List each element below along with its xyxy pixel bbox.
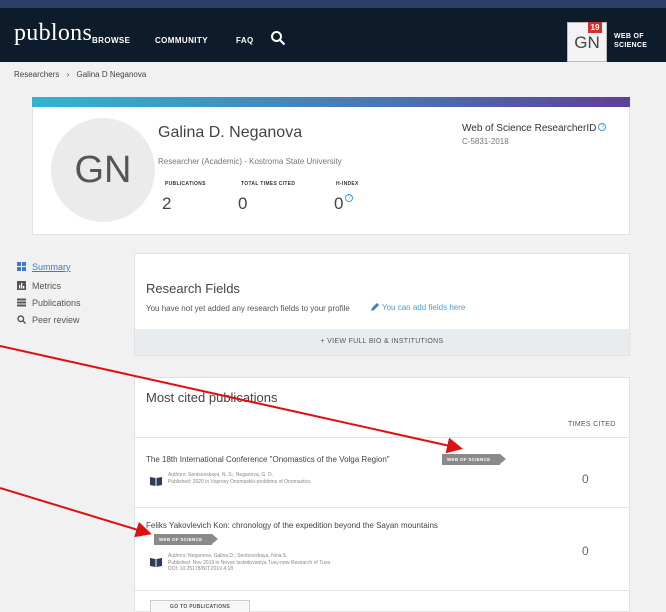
add-fields-label: You can add fields here <box>382 303 466 312</box>
researcher-id-label: Web of Science ResearcherID? <box>462 123 607 134</box>
sidebar-label-publications: Publications <box>32 298 81 308</box>
web-of-science-link[interactable]: WEB OF SCIENCE <box>614 32 647 50</box>
researcher-id-title: Web of Science ResearcherID <box>462 123 597 134</box>
nav-browse[interactable]: BROWSE <box>92 36 130 45</box>
stat-label-h-index: H-INDEX <box>336 181 359 187</box>
add-fields-link[interactable]: You can add fields here <box>370 302 465 312</box>
profile-name: Galina D. Neganova <box>158 124 303 141</box>
book-icon <box>150 477 162 486</box>
metrics-icon <box>17 281 26 290</box>
wos-badge-1: WEB OF SCIENCE <box>442 454 507 465</box>
publication-title-2[interactable]: Feliks Yakovlevich Kon: chronology of th… <box>146 521 438 530</box>
breadcrumb-current: Galina D Neganova <box>76 70 147 79</box>
stat-label-publications: PUBLICATIONS <box>165 181 206 187</box>
researcher-id-value: C-5831-2018 <box>462 137 509 146</box>
stat-value-times-cited: 0 <box>238 194 248 213</box>
times-cited-count-2: 0 <box>582 544 589 558</box>
sidebar-item-peer-review[interactable]: Peer review <box>17 315 80 325</box>
research-fields-empty-text: You have not yet added any research fiel… <box>146 304 350 313</box>
sidebar-label-peer-review: Peer review <box>32 315 80 325</box>
publication-doi-2[interactable]: DOI: 10.25178/NIT.2019.4.18 <box>168 566 330 573</box>
publication-meta-2: Authors: Neganova, Galina D.; Sentsovska… <box>168 553 330 573</box>
top-nav-bar: publons BROWSE COMMUNITY FAQ GN 19 WEB O… <box>0 0 666 62</box>
publication-title-1[interactable]: The 18th International Conference "Onoma… <box>146 455 390 464</box>
publication-meta-1: Authors: Sentsovskaya, N. S.; Neganova, … <box>168 472 311 485</box>
times-cited-header: TIMES CITED <box>568 421 616 428</box>
nav-community[interactable]: COMMUNITY <box>155 36 208 45</box>
annotation-arrow-2 <box>0 487 152 538</box>
search-icon[interactable] <box>270 30 286 46</box>
go-to-publications-button[interactable]: GO TO PUBLICATIONS <box>150 600 250 612</box>
profile-banner <box>32 97 630 107</box>
summary-icon <box>17 262 26 271</box>
divider <box>135 590 629 591</box>
publication-published-1: Published: 2020 in Voprosy Onomastiki-pr… <box>168 478 311 485</box>
times-cited-count-1: 0 <box>582 472 589 486</box>
book-icon <box>150 558 162 567</box>
wos-line-1: WEB OF <box>614 33 644 40</box>
sidebar-item-summary[interactable]: Summary <box>17 262 71 272</box>
stat-label-times-cited: TOTAL TIMES CITED <box>241 181 296 187</box>
breadcrumb-researchers[interactable]: Researchers <box>14 70 59 79</box>
divider <box>135 507 629 508</box>
sidebar-item-metrics[interactable]: Metrics <box>17 281 61 291</box>
stat-value-h-index: 0? <box>334 194 354 214</box>
nav-faq[interactable]: FAQ <box>236 36 254 45</box>
notification-badge[interactable]: 19 <box>588 22 602 33</box>
wos-badge-2: WEB OF SCIENCE <box>154 534 219 545</box>
divider <box>135 437 629 438</box>
stat-value-publications[interactable]: 2 <box>162 194 171 214</box>
wos-line-2: SCIENCE <box>614 42 648 49</box>
list-icon <box>17 298 26 307</box>
pencil-icon <box>371 303 379 311</box>
sidebar-label-metrics: Metrics <box>32 281 61 291</box>
h-index-info-icon[interactable]: ? <box>345 194 354 202</box>
publications-title: Most cited publications <box>146 390 278 405</box>
breadcrumb-separator: › <box>66 70 70 79</box>
sidebar-label-summary: Summary <box>32 262 71 272</box>
profile-avatar: GN <box>51 118 155 222</box>
search-icon <box>17 315 26 324</box>
research-fields-title: Research Fields <box>146 281 240 296</box>
publications-card <box>134 377 630 612</box>
publons-logo[interactable]: publons <box>14 20 92 47</box>
sidebar-item-publications[interactable]: Publications <box>17 298 81 308</box>
breadcrumb: Researchers › Galina D Neganova <box>14 70 146 79</box>
profile-affiliation: Researcher (Academic) - Kostroma State U… <box>158 157 342 166</box>
h-index-number: 0 <box>334 194 344 213</box>
researcher-id-info-icon[interactable]: ? <box>598 123 607 131</box>
view-full-bio-button[interactable]: + VIEW FULL BIO & INSTITUTIONS <box>135 329 629 355</box>
